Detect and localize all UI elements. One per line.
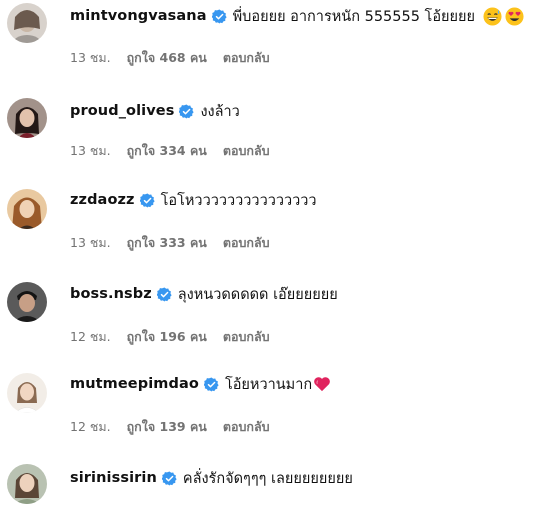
like-count-link[interactable]: ถูกใจ 196 คน — [127, 327, 207, 347]
comment-username[interactable]: sirinissirin — [70, 470, 157, 486]
comment-username[interactable]: proud_olives — [70, 103, 174, 119]
like-count-link[interactable]: ถูกใจ 333 คน — [127, 233, 207, 253]
avatar-image — [7, 464, 47, 504]
verified-badge-icon — [211, 8, 227, 24]
like-count-link[interactable]: ถูกใจ 334 คน — [127, 141, 207, 161]
avatar-image — [7, 3, 47, 43]
comment-text: ลุงหนวดดดดด เอ๊ยยยยยย — [177, 286, 338, 303]
comment-timestamp: 13 ชม. — [70, 50, 111, 65]
avatar-image — [7, 282, 47, 322]
verified-badge-icon — [179, 103, 195, 119]
comment-timestamp: 12 ชม. — [70, 329, 111, 344]
comment-timestamp: 13 ชม. — [70, 143, 111, 158]
avatar[interactable] — [7, 373, 47, 413]
avatar-image — [7, 98, 47, 138]
comment-text: งงล้าว — [200, 103, 240, 120]
avatar[interactable] — [7, 3, 47, 43]
avatar[interactable] — [7, 98, 47, 138]
reply-button[interactable]: ตอบกลับ — [223, 48, 270, 68]
avatar[interactable] — [7, 464, 47, 504]
grinning-sweat-emoji-icon — [483, 6, 502, 26]
comment-username[interactable]: mintvongvasana — [70, 8, 207, 24]
reply-button[interactable]: ตอบกลับ — [223, 417, 270, 437]
verified-badge-icon — [139, 192, 155, 208]
avatar-image — [7, 189, 47, 229]
red-heart-emoji-icon — [313, 376, 331, 392]
avatar-image — [7, 373, 47, 413]
avatar[interactable] — [7, 189, 47, 229]
comment-username[interactable]: zzdaozz — [70, 192, 135, 208]
verified-badge-icon — [156, 286, 172, 302]
comment-text: คลั่งรักจัดๆๆๆ เลยยยยยยยย — [182, 470, 353, 487]
comment-username[interactable]: boss.nsbz — [70, 286, 152, 302]
heart-eyes-emoji-icon — [505, 6, 524, 26]
reply-button[interactable]: ตอบกลับ — [223, 327, 270, 347]
comment-text: โอ้ยหวานมาก — [224, 376, 313, 393]
reply-button[interactable]: ตอบกลับ — [223, 141, 270, 161]
comment-username[interactable]: mutmeepimdao — [70, 376, 199, 392]
verified-badge-icon — [161, 470, 177, 486]
like-count-link[interactable]: ถูกใจ 139 คน — [127, 417, 207, 437]
comment-text: พี่บอยยย อาการหนัก 555555 โอ้ยยยย — [232, 8, 476, 25]
comment-text: โอโหววววววววววววววว — [160, 192, 317, 209]
comment-timestamp: 12 ชม. — [70, 419, 111, 434]
verified-badge-icon — [203, 376, 219, 392]
comment-list: mintvongvasana พี่บอยยย อาการหนัก 555555… — [0, 0, 560, 509]
comment-timestamp: 13 ชม. — [70, 235, 111, 250]
like-count-link[interactable]: ถูกใจ 468 คน — [127, 48, 207, 68]
avatar[interactable] — [7, 282, 47, 322]
reply-button[interactable]: ตอบกลับ — [223, 233, 270, 253]
